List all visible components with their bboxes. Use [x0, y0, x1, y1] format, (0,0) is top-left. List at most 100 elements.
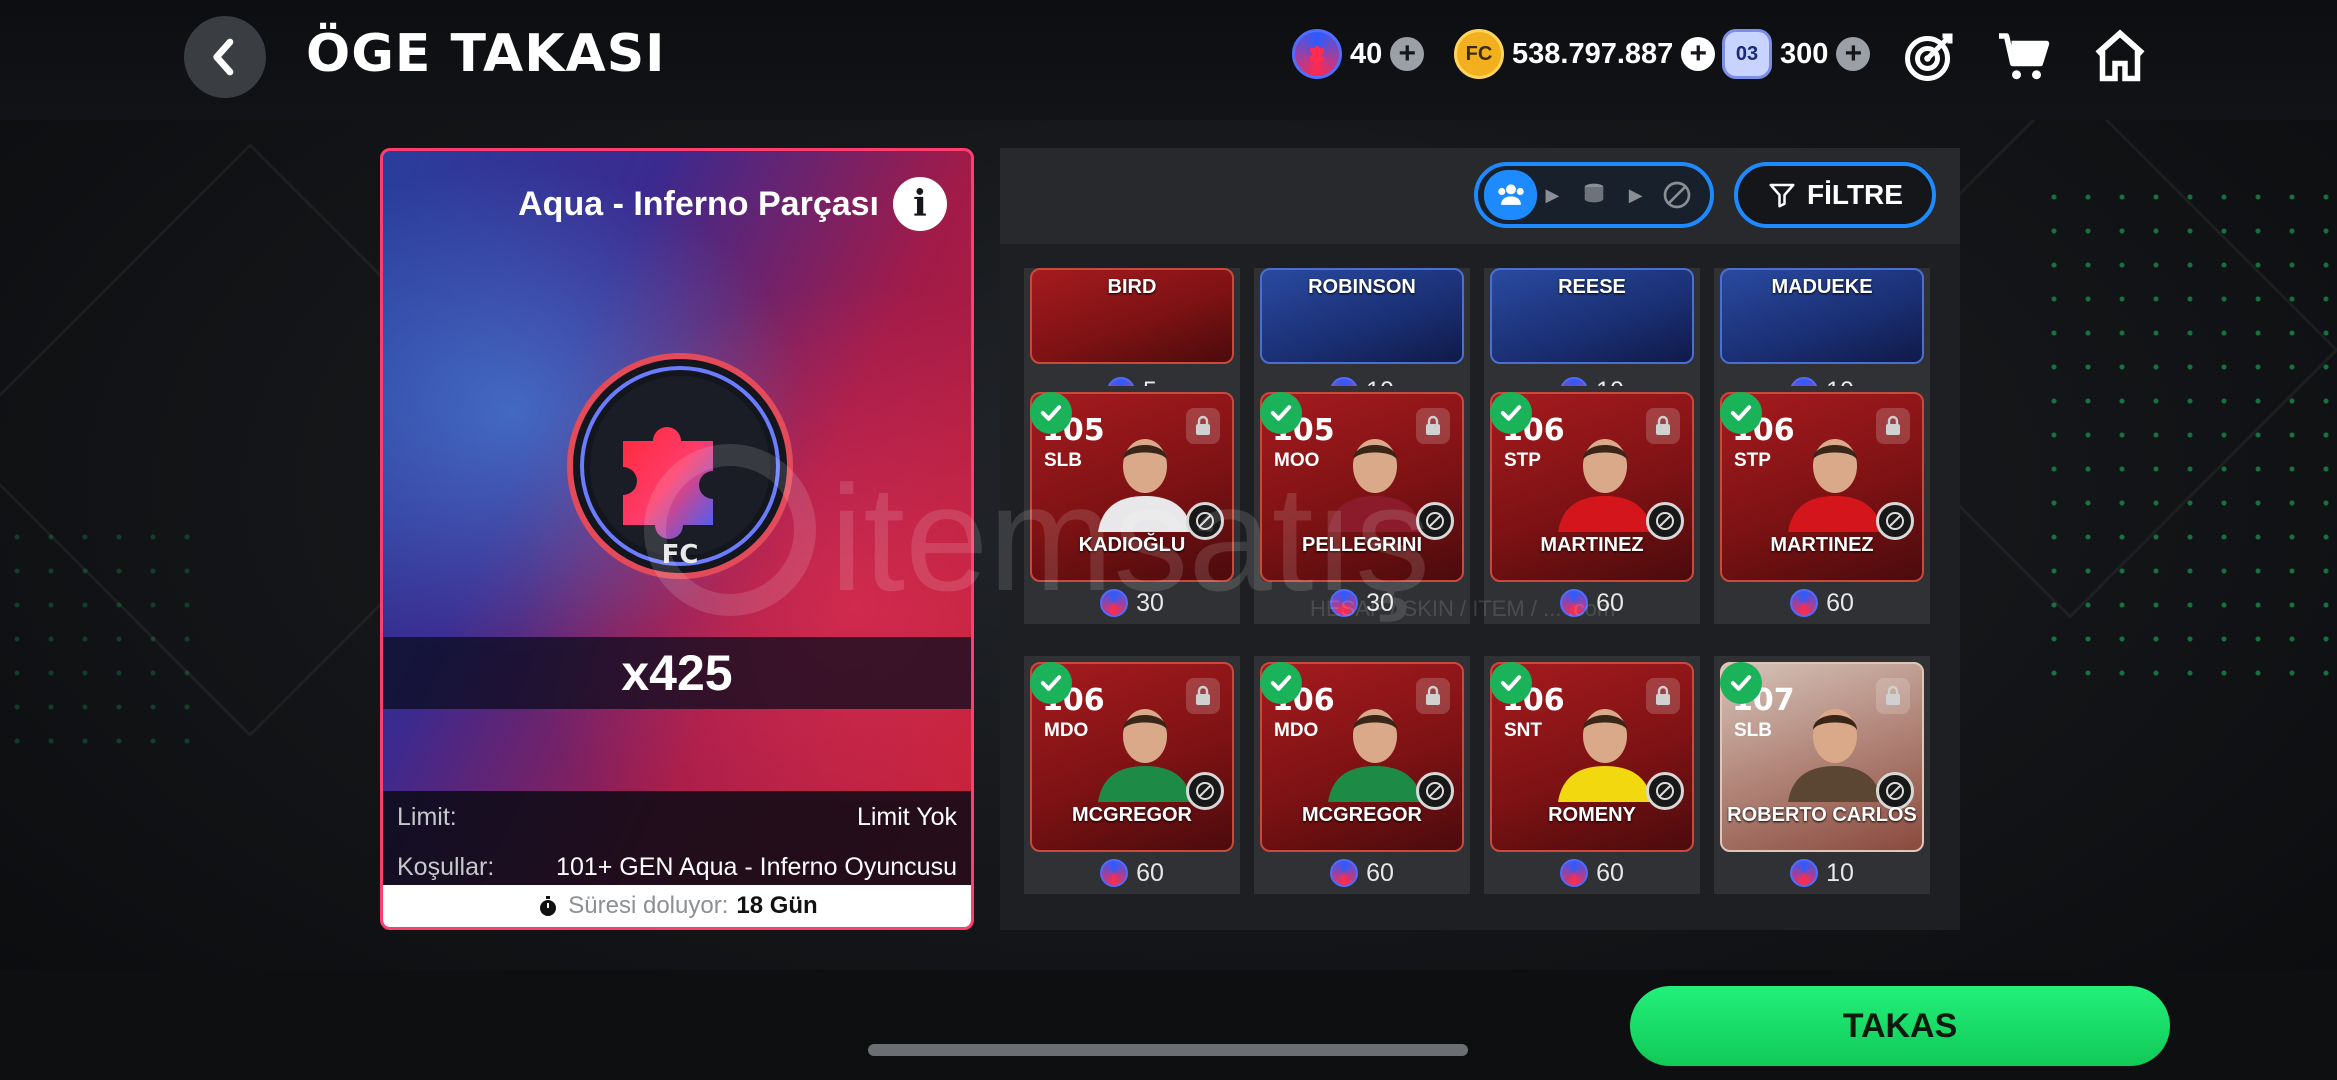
- item-title: Aqua - Inferno Parçası: [518, 185, 879, 223]
- player-position: MDO: [1274, 720, 1319, 741]
- player-position: SLB: [1734, 720, 1772, 741]
- trade-button[interactable]: TAKAS: [1630, 986, 2170, 1066]
- player-card-slot[interactable]: 107 SLB ROBERTO CARLOS 10: [1714, 656, 1930, 894]
- player-card-slot[interactable]: 105 SLB KADIOĞLU 30: [1024, 386, 1240, 624]
- player-portrait-icon: [1558, 439, 1652, 532]
- currency-fc-points: FC 538.797.887 +: [1454, 26, 1716, 82]
- player-name: ROMENY: [1548, 804, 1636, 826]
- player-name: KADIOĞLU: [1078, 534, 1186, 556]
- player-cost: 60: [1484, 584, 1700, 622]
- puzzle-piece-icon: [1100, 589, 1129, 617]
- player-card-slot[interactable]: 106 STP MARTINEZ 60: [1714, 386, 1930, 624]
- add-fc-points-button[interactable]: +: [1681, 37, 1716, 71]
- player-name: MADUEKE: [1771, 276, 1873, 298]
- player-portrait-icon: [1098, 709, 1192, 802]
- back-button[interactable]: [184, 16, 266, 98]
- player-card-slot[interactable]: 105 MOO PELLEGRINI 30: [1254, 386, 1470, 624]
- limit-value: Limit Yok: [856, 802, 957, 831]
- selected-check-icon: [1490, 392, 1532, 434]
- player-name: BIRD: [1107, 276, 1157, 298]
- players-icon: [1497, 184, 1524, 205]
- home-indicator[interactable]: [868, 1044, 1468, 1056]
- add-rank-token-button[interactable]: +: [1836, 37, 1871, 71]
- cost-value: 60: [1366, 858, 1394, 887]
- player-cost: 60: [1024, 854, 1240, 892]
- item-info-card: Aqua - Inferno Parçası i FC x425 Limit: …: [380, 148, 974, 930]
- currency-value: 538.797.887: [1512, 37, 1674, 70]
- objectives-button[interactable]: [1900, 26, 1960, 86]
- filter-button[interactable]: FİLTRE: [1734, 162, 1936, 228]
- medal-fc-text: FC: [662, 540, 699, 570]
- selected-check-icon: [1030, 662, 1072, 704]
- player-name: MARTINEZ: [1770, 534, 1874, 556]
- player-name: MCGREGOR: [1072, 804, 1192, 826]
- player-cost: 60: [1254, 854, 1470, 892]
- filter-toggle-group: ▶ ▶: [1474, 162, 1714, 228]
- player-card[interactable]: MADUEKE: [1720, 268, 1924, 364]
- player-card-slot[interactable]: 106 STP MARTINEZ 60: [1484, 386, 1700, 624]
- puzzle-piece-icon: [1330, 859, 1359, 887]
- screen: ÖGE TAKASI 40 + FC 538.797.887 + 03 300 …: [0, 0, 2337, 1080]
- item-quantity: x425: [383, 637, 971, 709]
- currency-value: 40: [1350, 37, 1383, 70]
- bg-dot-pattern: [0, 520, 200, 770]
- player-selection-panel: ▶ ▶ FİLTRE BIRD5ROBINSON10REESE10MADUEKE…: [1000, 148, 1960, 930]
- lock-icon: [1646, 678, 1680, 714]
- limit-label: Limit:: [397, 802, 457, 831]
- top-bar: ÖGE TAKASI 40 + FC 538.797.887 + 03 300 …: [0, 0, 2337, 120]
- untradeable-filter-tab[interactable]: [1651, 170, 1704, 220]
- player-card[interactable]: REESE: [1490, 268, 1694, 364]
- stopwatch-icon: [540, 896, 557, 916]
- conditions-label: Koşullar:: [397, 852, 495, 881]
- player-card[interactable]: ROBINSON: [1260, 268, 1464, 364]
- selected-check-icon: [1720, 392, 1762, 434]
- rank-token-icon: 03: [1722, 29, 1772, 79]
- puzzle-piece-icon: [1560, 859, 1589, 887]
- expiry-value: 18 Gün: [736, 892, 818, 919]
- player-position: SLB: [1044, 450, 1082, 471]
- player-position: SNT: [1504, 720, 1542, 741]
- player-cost: 10: [1714, 854, 1930, 892]
- player-position: STP: [1504, 450, 1541, 471]
- cost-value: 60: [1596, 858, 1624, 887]
- player-cost: 60: [1484, 854, 1700, 892]
- expiry-bar: Süresi doluyor: 18 Gün: [383, 885, 971, 927]
- info-button[interactable]: i: [893, 177, 947, 231]
- limit-row: Limit: Limit Yok: [397, 797, 957, 837]
- page-title: ÖGE TAKASI: [306, 24, 666, 84]
- players-filter-tab[interactable]: [1484, 170, 1538, 220]
- cost-value: 60: [1136, 858, 1164, 887]
- filter-label: FİLTRE: [1807, 179, 1903, 210]
- home-button[interactable]: [2090, 26, 2150, 86]
- player-card[interactable]: BIRD: [1030, 268, 1234, 364]
- player-card-slot[interactable]: 106 MDO MCGREGOR 60: [1024, 656, 1240, 894]
- player-card-slot[interactable]: 106 SNT ROMENY 60: [1484, 656, 1700, 894]
- funnel-icon: [1769, 183, 1795, 208]
- player-cost: 30: [1254, 584, 1470, 622]
- player-card-grid: BIRD5ROBINSON10REESE10MADUEKE10105SLBKAD…: [1024, 268, 1944, 928]
- puzzle-piece-icon: [1790, 859, 1819, 887]
- selected-check-icon: [1720, 662, 1762, 704]
- player-portrait-icon: [1788, 709, 1882, 802]
- currency-value: 300: [1780, 37, 1829, 70]
- currency-rank-token: 03 300 +: [1722, 26, 1871, 82]
- shop-button[interactable]: [1994, 26, 2054, 86]
- player-portrait-icon: [1328, 709, 1422, 802]
- lock-icon: [1186, 408, 1220, 444]
- stack-filter-tab[interactable]: [1567, 170, 1620, 220]
- lock-icon: [1416, 678, 1450, 714]
- database-stack-icon: [1584, 183, 1604, 203]
- objectives-target-icon: [1905, 33, 1953, 81]
- player-card-slot[interactable]: 106 MDO MCGREGOR 60: [1254, 656, 1470, 894]
- player-name: PELLEGRINI: [1301, 534, 1422, 556]
- add-puzzle-button[interactable]: +: [1390, 37, 1425, 71]
- cost-value: 30: [1136, 588, 1164, 617]
- puzzle-medal-icon: FC: [567, 353, 793, 579]
- chevron-right-icon: ▶: [1545, 184, 1560, 205]
- lock-icon: [1876, 408, 1910, 444]
- cost-value: 60: [1596, 588, 1624, 617]
- player-portrait-icon: [1098, 439, 1192, 532]
- cost-value: 10: [1826, 858, 1854, 887]
- currency-puzzle: 40 +: [1292, 26, 1425, 82]
- home-icon: [2095, 29, 2145, 82]
